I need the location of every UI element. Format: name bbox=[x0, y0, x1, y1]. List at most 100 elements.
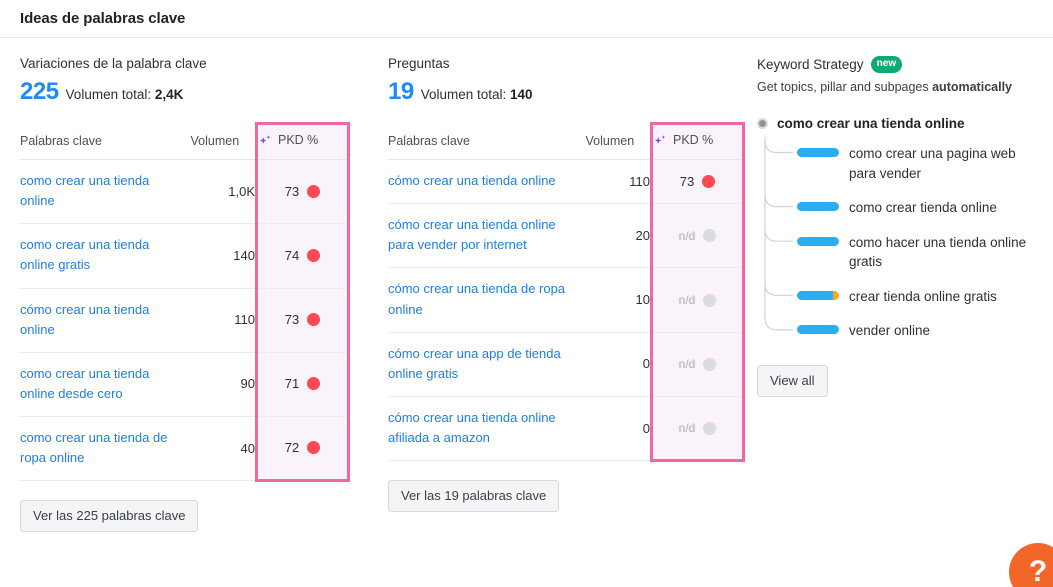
column-header-pkd[interactable]: PKD % bbox=[255, 122, 350, 160]
keyword-link[interactable]: como crear una tienda online desde cero bbox=[20, 364, 191, 404]
strategy-child-label: crear tienda online gratis bbox=[849, 288, 997, 304]
column-header-keyword[interactable]: Palabras clave bbox=[20, 123, 191, 160]
pkd-cell: n/d bbox=[650, 396, 745, 463]
keyword-link[interactable]: cómo crear una tienda online bbox=[20, 300, 191, 340]
strategy-tree-children: como crear una pagina web para vender com… bbox=[757, 137, 1039, 349]
table-row: cómo crear una tienda online afiliada a … bbox=[388, 396, 745, 463]
strategy-subtitle-bold: automatically bbox=[932, 80, 1012, 94]
keyword-link[interactable]: cómo crear una tienda online bbox=[388, 171, 564, 191]
volume-value: 140 bbox=[233, 247, 255, 263]
pkd-value: 73 bbox=[679, 173, 695, 189]
keyword-link[interactable]: como crear una tienda de ropa online bbox=[20, 428, 191, 468]
keyword-link[interactable]: cómo crear una tienda online para vender… bbox=[388, 215, 586, 255]
questions-volume-label: Volumen total: 140 bbox=[421, 87, 533, 102]
volume-value: 0 bbox=[642, 420, 650, 436]
pkd-value: 73 bbox=[284, 312, 300, 328]
strategy-volume-bar bbox=[797, 236, 839, 246]
pkd-cell: 73 bbox=[650, 159, 745, 205]
table-row: cómo crear una tienda de ropa online 10 n/… bbox=[388, 267, 745, 333]
pkd-difficulty-dot-icon bbox=[702, 174, 716, 188]
keyword-cell: cómo crear una tienda online para vender… bbox=[388, 203, 586, 269]
keyword-link[interactable]: cómo crear una tienda online afiliada a … bbox=[388, 408, 586, 448]
questions-volume-total: 140 bbox=[510, 87, 533, 102]
pkd-difficulty-dot-icon bbox=[703, 293, 717, 307]
column-header-volume[interactable]: Volumen bbox=[190, 123, 257, 160]
volume-value: 110 bbox=[234, 312, 255, 328]
page-header: Ideas de palabras clave bbox=[0, 0, 1053, 38]
keyword-cell: como crear una tienda online bbox=[20, 159, 191, 225]
keyword-link[interactable]: cómo crear una app de tienda online grat… bbox=[388, 344, 586, 384]
pkd-difficulty-dot-icon bbox=[703, 421, 717, 435]
strategy-child-node[interactable]: crear tienda online gratis bbox=[761, 280, 1039, 315]
strategy-root-label: como crear una tienda online bbox=[777, 116, 965, 131]
volume-value: 90 bbox=[240, 376, 255, 392]
pkd-difficulty-dot-icon bbox=[307, 248, 321, 262]
pkd-cell: 73 bbox=[255, 288, 350, 353]
variations-heading: Variaciones de la palabra clave bbox=[20, 56, 207, 71]
new-badge: new bbox=[870, 56, 903, 73]
variations-table: Palabras clave Volumen PKD % como crear … bbox=[20, 122, 350, 483]
strategy-subtitle: Get topics, pillar and subpages automati… bbox=[757, 80, 1039, 94]
help-button[interactable]: ? bbox=[1009, 543, 1053, 587]
strategy-child-label: como hacer una tienda online gratis bbox=[849, 234, 1027, 270]
keyword-link[interactable]: como crear una tienda online bbox=[20, 171, 191, 211]
volume-cell: 0 bbox=[585, 332, 652, 397]
strategy-child-node[interactable]: como hacer una tienda online gratis bbox=[761, 226, 1039, 280]
questions-summary: 19 Volumen total: 140 bbox=[388, 78, 745, 106]
keyword-cell: cómo crear una tienda online afiliada a … bbox=[388, 396, 586, 462]
volume-value: 40 bbox=[240, 440, 255, 456]
table-row: cómo crear una app de tienda online grat… bbox=[388, 332, 745, 397]
keyword-cell: como crear una tienda de ropa online bbox=[20, 416, 191, 482]
keyword-strategy-panel: Keyword Strategy new Get topics, pillar … bbox=[745, 38, 1053, 397]
table-header-row: Palabras clave Volumen PKD % bbox=[20, 122, 350, 160]
questions-table: Palabras clave Volumen PKD % cómo crear … bbox=[388, 122, 745, 463]
strategy-volume-bar bbox=[797, 290, 839, 300]
strategy-volume-bar bbox=[797, 202, 839, 212]
column-header-pkd[interactable]: PKD % bbox=[650, 122, 745, 160]
strategy-subtitle-text: Get topics, pillar and subpages bbox=[757, 80, 933, 94]
pkd-value: 73 bbox=[284, 183, 300, 199]
strategy-heading-row: Keyword Strategy new bbox=[757, 56, 1039, 73]
keyword-cell: como crear una tienda online desde cero bbox=[20, 352, 191, 418]
pkd-difficulty-dot-icon bbox=[307, 441, 321, 455]
variations-summary: 225 Volumen total: 2,4K bbox=[20, 78, 350, 106]
variations-count: 225 bbox=[20, 78, 59, 105]
pkd-value: n/d bbox=[678, 357, 696, 372]
strategy-tree-root[interactable]: como crear una tienda online bbox=[757, 116, 1039, 131]
pkd-cell: 71 bbox=[255, 352, 350, 418]
pkd-difficulty-dot-icon bbox=[307, 377, 321, 391]
questions-count: 19 bbox=[388, 78, 414, 105]
strategy-child-node[interactable]: como crear tienda online bbox=[761, 191, 1039, 226]
view-all-questions-button[interactable]: Ver las 19 palabras clave bbox=[388, 480, 560, 513]
column-header-pkd-label: PKD % bbox=[278, 133, 319, 147]
strategy-volume-bar bbox=[797, 148, 839, 157]
column-header-volume[interactable]: Volumen bbox=[585, 123, 652, 160]
pkd-cell: 72 bbox=[255, 416, 350, 483]
volume-value: 110 bbox=[629, 173, 650, 189]
volume-cell: 110 bbox=[585, 159, 652, 205]
column-header-keyword[interactable]: Palabras clave bbox=[388, 123, 586, 160]
pkd-cell: n/d bbox=[650, 203, 745, 269]
questions-table-body: cómo crear una tienda online 110 73 cómo cr… bbox=[388, 159, 745, 463]
pkd-value: n/d bbox=[678, 421, 696, 436]
pkd-value: 71 bbox=[284, 376, 300, 392]
keyword-cell: como crear una tienda online gratis bbox=[20, 223, 191, 289]
pkd-difficulty-dot-icon bbox=[703, 357, 717, 371]
pkd-cell: n/d bbox=[650, 267, 745, 333]
strategy-child-node[interactable]: vender online bbox=[761, 314, 1039, 349]
keyword-link[interactable]: como crear una tienda online gratis bbox=[20, 235, 191, 275]
strategy-heading: Keyword Strategy bbox=[757, 57, 864, 72]
keyword-link[interactable]: cómo crear una tienda de ropa online bbox=[388, 279, 586, 319]
pkd-value: 74 bbox=[284, 247, 300, 263]
volume-cell: 110 bbox=[190, 288, 257, 353]
strategy-child-label: vender online bbox=[849, 323, 931, 339]
table-row: cómo crear una tienda online para vender… bbox=[388, 203, 745, 269]
view-all-strategy-button[interactable]: View all bbox=[757, 364, 828, 397]
sparkle-icon bbox=[258, 134, 272, 148]
pkd-difficulty-dot-icon bbox=[307, 184, 321, 198]
keyword-ideas-page: Ideas de palabras clave Variaciones de l… bbox=[0, 0, 1053, 587]
view-all-variations-button[interactable]: Ver las 225 palabras clave bbox=[20, 500, 199, 533]
volume-cell: 10 bbox=[585, 267, 652, 333]
strategy-child-node[interactable]: como crear una pagina web para vender bbox=[761, 137, 1039, 191]
pkd-value: n/d bbox=[678, 293, 696, 308]
